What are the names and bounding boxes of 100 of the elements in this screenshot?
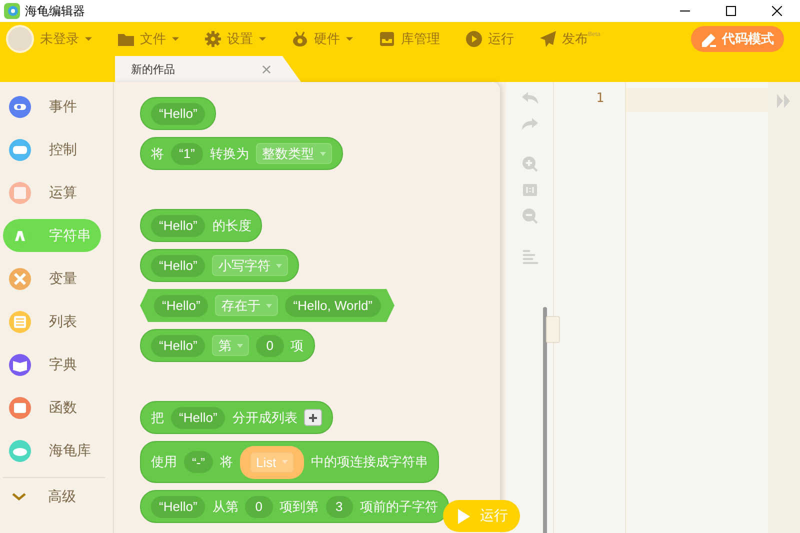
category-item[interactable]: 字符串 — [3, 219, 101, 252]
caret-icon — [237, 344, 244, 348]
maximize-icon[interactable] — [726, 6, 736, 16]
category-item[interactable]: 字典 — [3, 348, 101, 381]
string-slot[interactable]: “Hello” — [154, 294, 208, 316]
toolbar-label: 文件 — [140, 30, 166, 48]
block-label: 使用 — [151, 453, 177, 471]
category-label: 字典 — [49, 356, 77, 374]
user-menu[interactable]: 未登录 — [6, 25, 92, 53]
code-block[interactable]: “Hello” 从第 0 项到第 3 项前的子字符 — [140, 490, 449, 523]
scrollbar[interactable] — [543, 307, 547, 533]
block-label: 项到第 — [280, 498, 319, 516]
avatar-icon — [6, 25, 34, 53]
code-editor[interactable] — [626, 82, 768, 533]
string-slot[interactable]: “1” — [171, 142, 203, 164]
caret-icon — [320, 152, 326, 156]
category-label: 海龟库 — [49, 442, 91, 460]
toolbar-item[interactable]: 文件 — [118, 30, 179, 48]
code-block[interactable]: “Hello” 第 0 项 — [140, 329, 315, 362]
toolbar-item[interactable]: 设置 — [205, 30, 266, 48]
category-label: 变量 — [49, 270, 77, 288]
chevron-down-icon — [12, 493, 26, 501]
number-slot[interactable]: 0 — [245, 496, 273, 518]
number-slot[interactable]: 3 — [326, 496, 353, 518]
block-dropdown[interactable]: 存在于 — [215, 295, 278, 316]
toolbar-label: 库管理 — [401, 30, 440, 48]
plus-icon — [308, 412, 318, 422]
caret-icon — [276, 264, 282, 268]
category-item[interactable]: 海龟库 — [3, 434, 101, 467]
paper-plane-icon — [540, 31, 556, 47]
inbox-icon — [379, 31, 395, 47]
add-button[interactable] — [304, 409, 322, 426]
file-tab[interactable]: 新的作品 — [115, 56, 301, 82]
robot-icon — [292, 31, 308, 47]
block-label: 把 — [151, 408, 164, 426]
block-label: 从第 — [212, 498, 238, 516]
align-icon[interactable] — [522, 248, 538, 264]
block-label: 将 — [220, 453, 233, 471]
resize-handle[interactable] — [546, 316, 560, 343]
string-slot[interactable]: “Hello” — [151, 214, 206, 236]
code-block[interactable]: “Hello” 小写字符 — [140, 249, 300, 282]
caret-icon — [266, 304, 272, 308]
line-number: 1 — [595, 91, 604, 106]
toolbar-item[interactable]: 硬件 — [292, 30, 353, 48]
toolbar-label: 设置 — [227, 30, 253, 48]
number-slot[interactable]: 0 — [256, 334, 284, 356]
zoom-out-icon[interactable] — [522, 208, 538, 224]
play-icon — [466, 31, 482, 47]
block-label: 转换为 — [210, 144, 249, 162]
block-dropdown[interactable]: List — [250, 452, 294, 472]
close-icon[interactable] — [772, 6, 782, 16]
block-dropdown[interactable]: 第 — [212, 335, 250, 356]
toolbar-item[interactable]: 库管理 — [379, 30, 440, 48]
double-arrow-icon[interactable] — [777, 94, 791, 108]
block-label: 的长度 — [212, 216, 252, 234]
toolbar-item[interactable]: 运行 — [466, 30, 514, 48]
undo-icon[interactable] — [522, 90, 538, 106]
run-button[interactable]: 运行 — [443, 500, 520, 532]
category-item[interactable]: 函数 — [3, 391, 101, 424]
block-label: 将 — [151, 144, 164, 162]
play-icon — [458, 508, 470, 524]
code-block[interactable]: “Hello” 存在于 “Hello, World” — [140, 289, 395, 322]
category-item[interactable]: 运算 — [3, 176, 101, 209]
code-block[interactable]: 将 “1” 转换为 整数类型 — [140, 137, 343, 170]
code-block[interactable]: 使用 “-” 将 List 中的项连接成字符串 — [140, 441, 440, 483]
reset-zoom-icon[interactable] — [522, 182, 538, 198]
advanced-item[interactable]: 高级 — [0, 478, 113, 516]
category-label: 字符串 — [49, 226, 91, 244]
category-item[interactable]: 变量 — [3, 262, 101, 295]
category-item[interactable]: 事件 — [3, 90, 101, 123]
block-dropdown[interactable]: 整数类型 — [256, 143, 332, 164]
category-label: 函数 — [49, 398, 77, 416]
code-mode-button[interactable]: 代码模式 — [691, 26, 784, 52]
block-label: 项前的子字符 — [360, 498, 438, 516]
category-item[interactable]: 控制 — [3, 133, 101, 166]
pencil-icon — [701, 31, 717, 47]
folder-icon — [118, 31, 134, 47]
code-block[interactable]: “Hello” — [140, 97, 216, 130]
block-label: 项 — [290, 336, 304, 354]
code-block[interactable]: “Hello” 的长度 — [140, 209, 262, 242]
category-label: 事件 — [49, 98, 77, 116]
tab-label: 新的作品 — [131, 62, 175, 76]
category-label: 运算 — [49, 184, 77, 202]
redo-icon[interactable] — [522, 116, 538, 132]
string-slot[interactable]: “-” — [184, 451, 213, 473]
string-slot[interactable]: “Hello” — [151, 334, 206, 356]
category-label: 高级 — [48, 488, 76, 506]
block-label: 分开成列表 — [232, 408, 298, 426]
zoom-in-icon[interactable] — [522, 156, 538, 172]
string-slot[interactable]: “Hello, World” — [285, 294, 381, 316]
string-slot[interactable]: “Hello” — [171, 406, 226, 428]
string-slot[interactable]: “Hello” — [151, 496, 206, 518]
block-label: 中的项连接成字符串 — [311, 453, 428, 471]
string-slot[interactable]: “Hello” — [151, 102, 206, 124]
string-slot[interactable]: “Hello” — [151, 254, 206, 276]
window-title: 海龟编辑器 — [25, 2, 85, 20]
block-dropdown[interactable]: 小写字符 — [212, 255, 288, 276]
category-item[interactable]: 列表 — [3, 305, 101, 338]
toolbar-label: 硬件 — [314, 30, 340, 48]
code-block[interactable]: 把 “Hello” 分开成列表 — [140, 401, 334, 434]
